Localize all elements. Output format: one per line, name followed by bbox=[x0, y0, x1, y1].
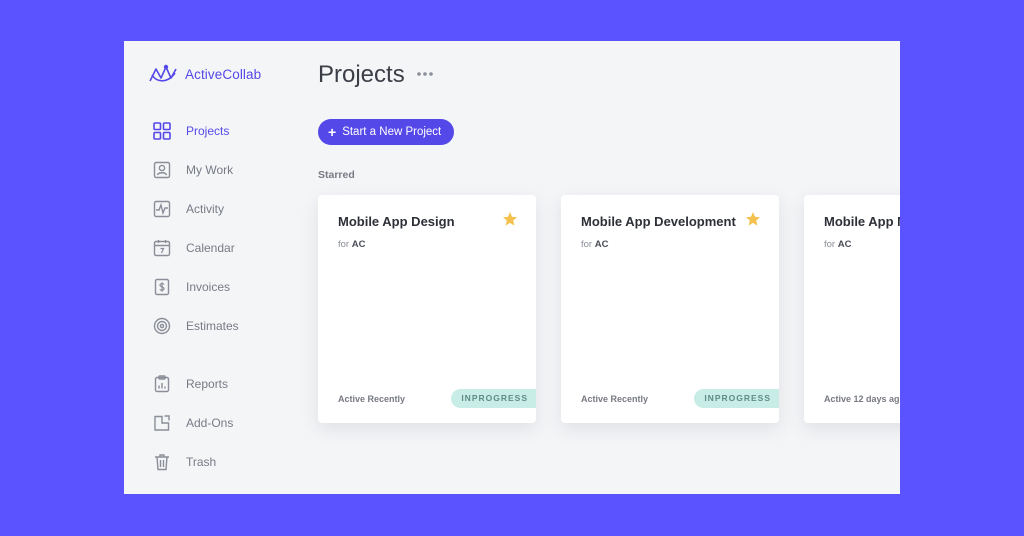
brand-name: ActiveCollab bbox=[185, 66, 262, 82]
project-card[interactable]: Mobile App Design for AC Active Recently… bbox=[318, 195, 536, 423]
client-name: AC bbox=[837, 239, 852, 250]
sidebar-item-reports[interactable]: Reports bbox=[152, 374, 228, 394]
project-title: Mobile App Design bbox=[338, 214, 455, 229]
sidebar-item-label: Projects bbox=[186, 124, 230, 138]
project-client: for AC bbox=[824, 239, 851, 250]
sidebar-item-invoices[interactable]: Invoices bbox=[152, 277, 230, 297]
sidebar-item-activity[interactable]: Activity bbox=[152, 199, 224, 219]
project-activity: Active Recently bbox=[581, 394, 649, 404]
trash-icon bbox=[155, 454, 169, 471]
addon-icon bbox=[154, 415, 170, 431]
sidebar-item-trash[interactable]: Trash bbox=[152, 452, 216, 472]
start-new-project-button[interactable]: + Start a New Project bbox=[318, 119, 455, 145]
calendar-icon bbox=[153, 240, 171, 257]
status-badge: INPROGRESS bbox=[694, 389, 779, 408]
sidebar-item-my-work[interactable]: My Work bbox=[152, 160, 233, 180]
project-client: for AC bbox=[581, 239, 608, 250]
sidebar-item-label: Trash bbox=[186, 455, 217, 469]
sidebar-item-label: Add-Ons bbox=[186, 416, 234, 430]
client-name: AC bbox=[351, 239, 366, 250]
target-icon bbox=[153, 317, 171, 335]
sidebar-item-projects[interactable]: Projects bbox=[152, 121, 229, 141]
client-prefix: for bbox=[581, 239, 593, 250]
star-icon[interactable] bbox=[502, 211, 518, 227]
brand-logo[interactable]: ActiveCollab bbox=[148, 63, 261, 85]
client-prefix: for bbox=[338, 239, 350, 250]
project-title: Mobile App M bbox=[824, 214, 900, 229]
project-title: Mobile App Development bbox=[581, 214, 736, 229]
activecollab-logo-icon bbox=[149, 64, 177, 82]
person-icon bbox=[153, 161, 171, 179]
more-options-icon[interactable] bbox=[416, 70, 434, 78]
starred-section-label: Starred bbox=[318, 169, 355, 181]
status-badge: INPROGRESS bbox=[451, 389, 536, 408]
sidebar-item-add-ons[interactable]: Add-Ons bbox=[152, 413, 233, 433]
sidebar: ActiveCollab Projects My Work Activity C… bbox=[124, 41, 294, 494]
project-card[interactable]: Mobile App M for AC Active 12 days ag bbox=[804, 195, 900, 423]
activity-icon bbox=[153, 200, 171, 218]
star-icon[interactable] bbox=[745, 211, 761, 227]
grid-icon bbox=[153, 122, 171, 140]
app-window: ActiveCollab Projects My Work Activity C… bbox=[124, 41, 900, 494]
dollar-icon bbox=[154, 278, 170, 296]
client-name: AC bbox=[594, 239, 609, 250]
sidebar-item-label: Estimates bbox=[186, 319, 239, 333]
page-title: Projects bbox=[318, 61, 405, 88]
project-card[interactable]: Mobile App Development for AC Active Rec… bbox=[561, 195, 779, 423]
sidebar-item-label: My Work bbox=[186, 163, 234, 177]
client-prefix: for bbox=[824, 239, 836, 250]
sidebar-item-label: Invoices bbox=[186, 280, 231, 294]
project-client: for AC bbox=[338, 239, 365, 250]
project-activity: Active 12 days ag bbox=[824, 394, 900, 404]
sidebar-item-calendar[interactable]: Calendar bbox=[152, 238, 235, 258]
sidebar-item-label: Reports bbox=[186, 377, 229, 391]
sidebar-item-label: Calendar bbox=[186, 241, 235, 255]
clipboard-chart-icon bbox=[154, 375, 170, 393]
start-new-project-label: Start a New Project bbox=[342, 126, 442, 138]
sidebar-item-estimates[interactable]: Estimates bbox=[152, 316, 239, 336]
plus-icon: + bbox=[328, 124, 337, 140]
sidebar-item-label: Activity bbox=[186, 202, 225, 216]
project-activity: Active Recently bbox=[338, 394, 406, 404]
